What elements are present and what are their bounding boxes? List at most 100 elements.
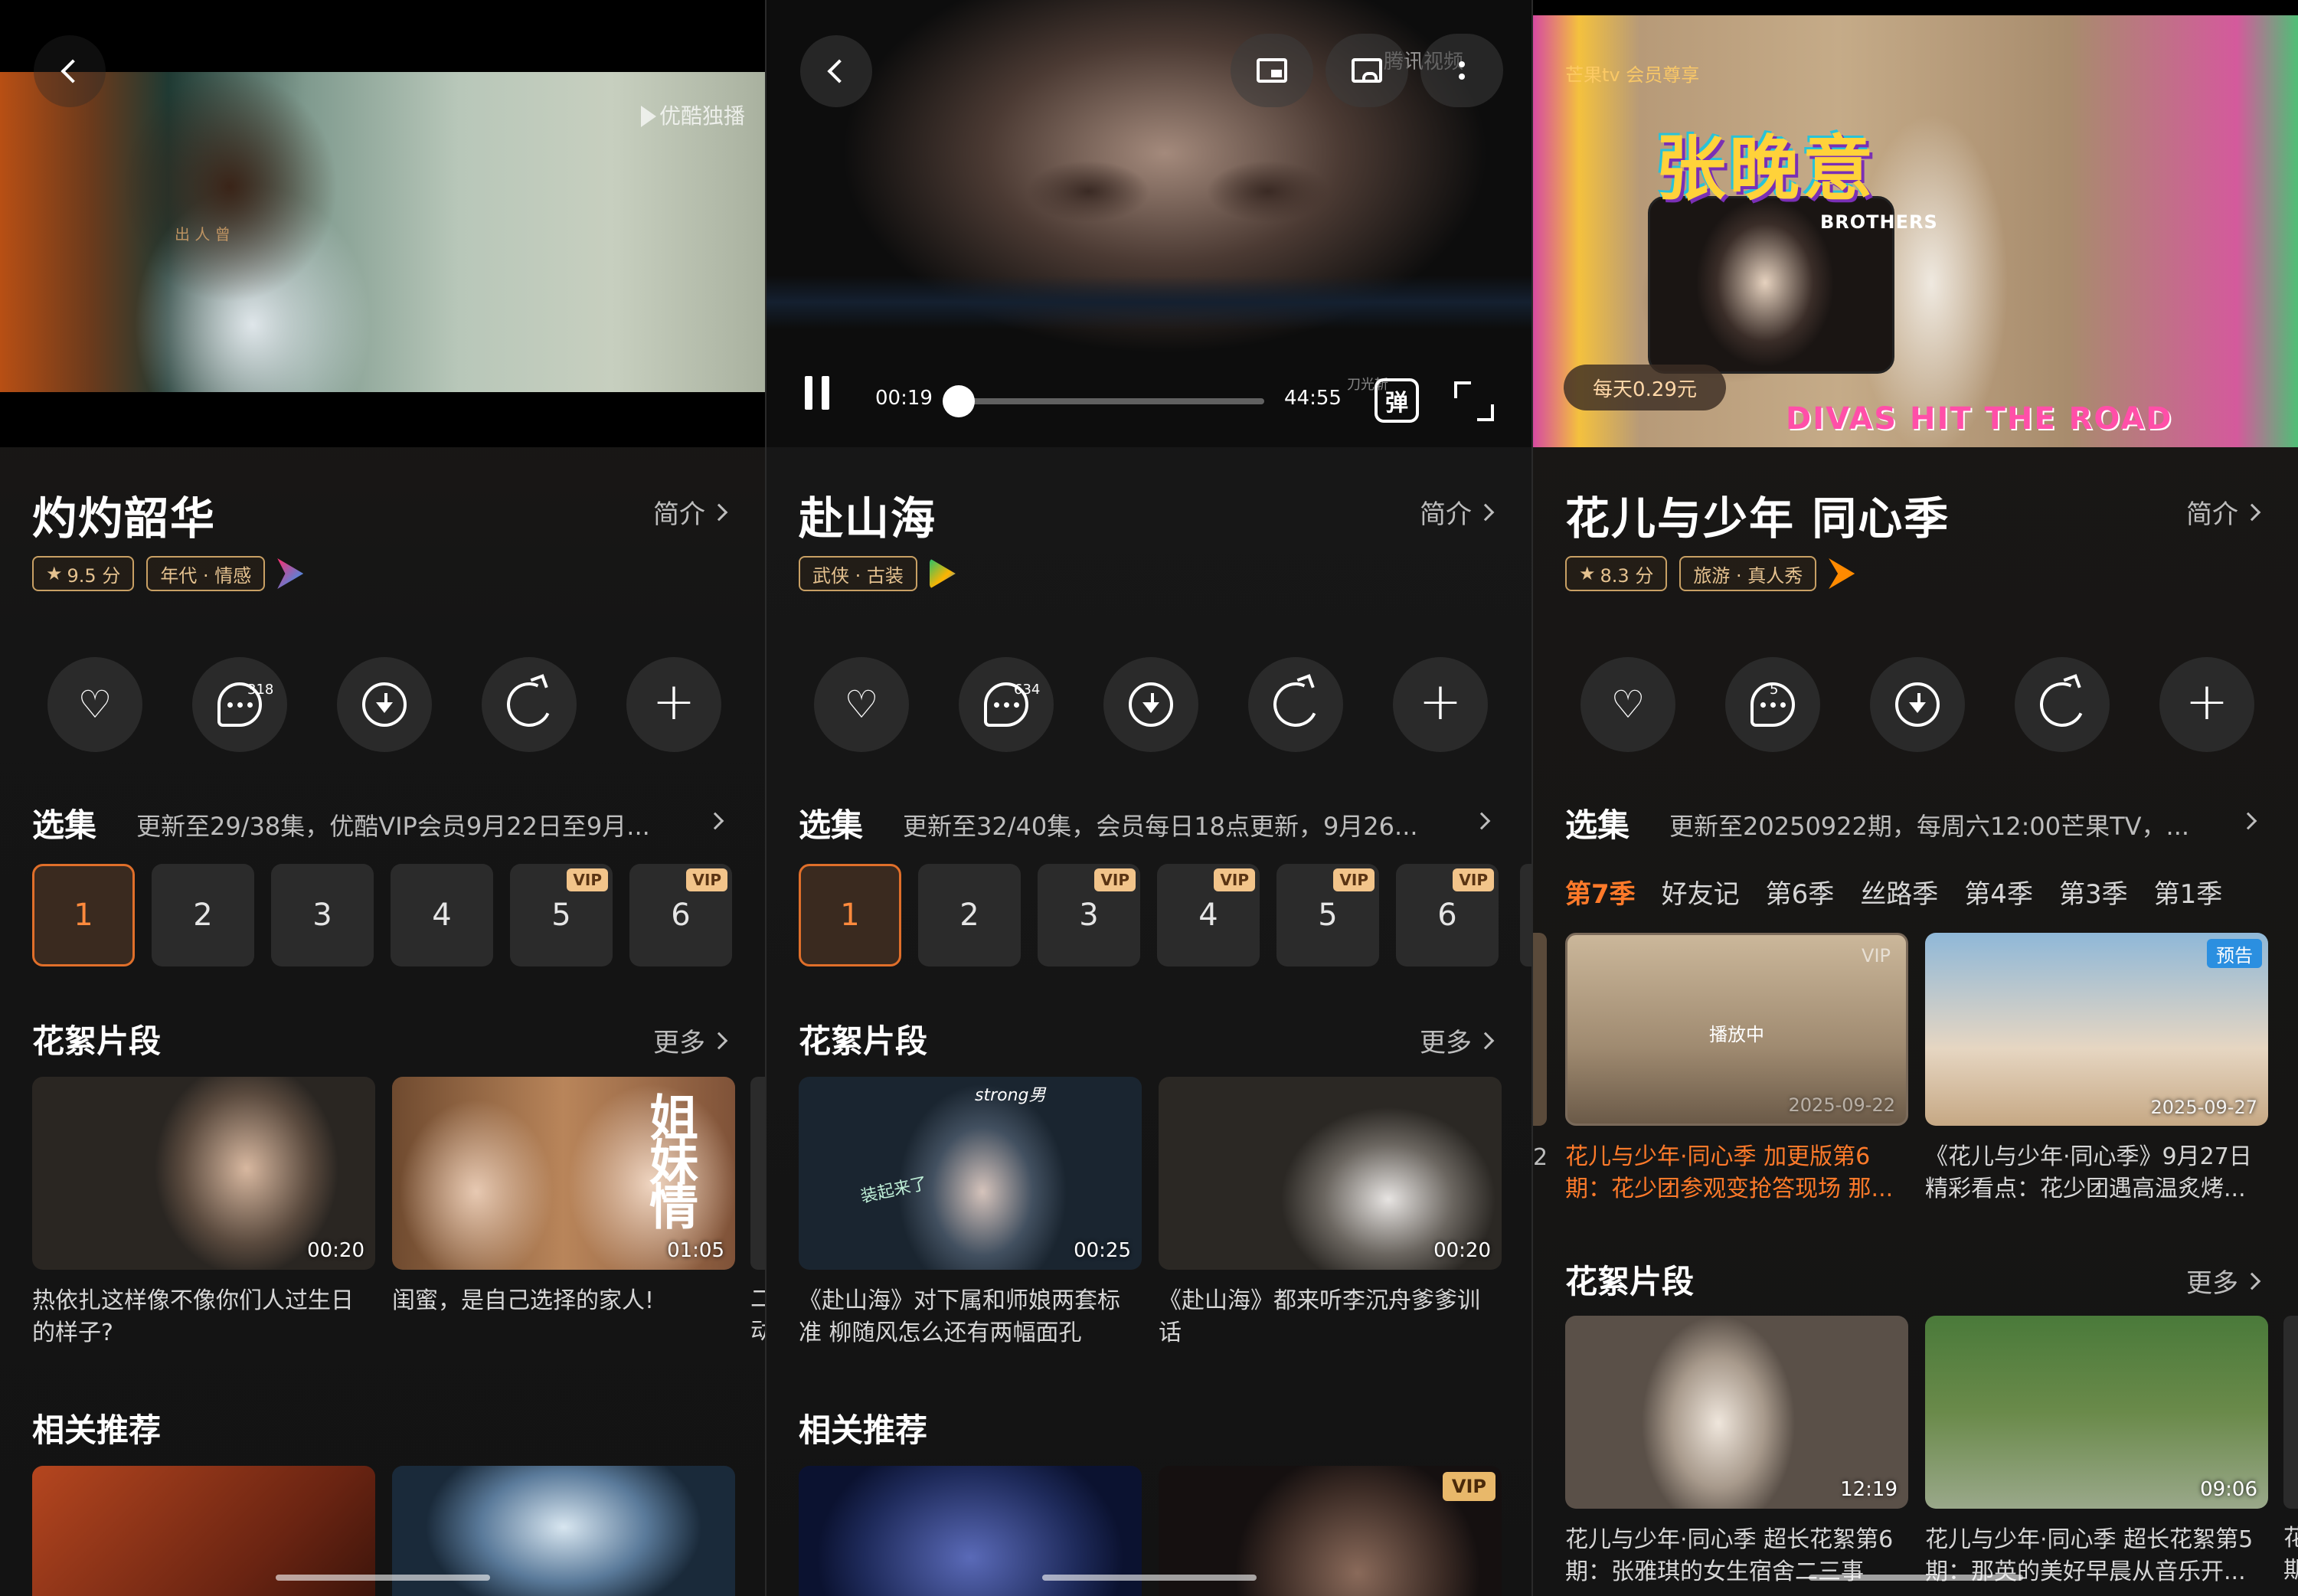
pause-button[interactable]	[805, 375, 838, 414]
comment-button[interactable]: 5	[1725, 657, 1820, 752]
episode-item[interactable]: 6 VIP	[629, 864, 732, 966]
season-tab[interactable]: 丝路季	[1860, 873, 1938, 911]
episode-item[interactable]: 2	[918, 864, 1021, 966]
clip-card[interactable]: 09:06 花儿与少年·同心季 超长花絮第5期：那英的美好早晨从音乐开...	[1925, 1316, 2268, 1588]
comment-count: 5	[1770, 682, 1779, 698]
seek-bar[interactable]	[956, 398, 1264, 404]
video-player[interactable]: 出 人 曾 优酷独播	[0, 0, 765, 447]
chevron-right-icon[interactable]	[706, 812, 724, 830]
share-button[interactable]	[2015, 657, 2110, 752]
price-pill[interactable]: 每天0.29元	[1564, 365, 1726, 410]
chevron-right-icon[interactable]	[1473, 812, 1491, 830]
clip-card[interactable]: 00:20 《赴山海》都来听李沉舟爹爹训话	[1159, 1077, 1502, 1349]
favorite-button[interactable]: ♡	[47, 657, 142, 752]
clip-card[interactable]: strong男 装起来了 00:25 《赴山海》对下属和师娘两套标准 柳随风怎么…	[799, 1077, 1142, 1349]
download-button[interactable]	[1870, 657, 1965, 752]
genre-tag: 旅游 · 真人秀	[1679, 556, 1817, 591]
clip-thumbnail: 00:20	[32, 1077, 375, 1270]
next-episode-peek[interactable]	[1520, 864, 1531, 966]
video-player[interactable]: 腾讯视频 00:19 44:55 刀光斩 弹	[767, 0, 1531, 447]
video-player[interactable]: 张晚意 BROTHERS DIVAS HIT THE ROAD 每天0.29元 …	[1533, 0, 2298, 447]
episode-item[interactable]: 5 VIP	[1276, 864, 1379, 966]
intro-link[interactable]: 简介	[2186, 493, 2261, 531]
mango-tv-icon	[1829, 558, 1855, 589]
clip-card[interactable]: 12:19 花儿与少年·同心季 超长花絮第6期：张雅琪的女生宿舍二三事	[1565, 1316, 1908, 1588]
tag-row: ★ 9.5 分 年代 · 情感	[32, 556, 304, 591]
clip-card[interactable]: 00:20 热依扎这样像不像你们人过生日的样子?	[32, 1077, 375, 1349]
episode-item[interactable]: 4 VIP	[1157, 864, 1260, 966]
season-tab[interactable]: 第6季	[1766, 873, 1835, 911]
clip-list: 12:19 花儿与少年·同心季 超长花絮第6期：张雅琪的女生宿舍二三事 09:0…	[1565, 1316, 2268, 1588]
season-tab[interactable]: 第7季	[1565, 873, 1636, 911]
episode-item[interactable]: 4	[391, 864, 493, 966]
intro-link[interactable]: 简介	[653, 493, 728, 531]
share-button[interactable]	[482, 657, 577, 752]
season-episode-card[interactable]: 预告 2025-09-27 《花儿与少年·同心季》9月27日精彩看点：花少团遇高…	[1925, 933, 2268, 1205]
vip-badge: VIP	[567, 868, 608, 891]
clip-card[interactable]: 姐妹情 01:05 闺蜜，是自己选择的家人!	[392, 1077, 735, 1349]
episode-number: 6	[1437, 898, 1457, 933]
episode-item[interactable]: 3 VIP	[1038, 864, 1140, 966]
episode-number: 1	[74, 898, 93, 933]
action-bar: ♡ 318 +	[47, 657, 721, 752]
pip-button[interactable]	[1231, 34, 1313, 107]
fullscreen-icon[interactable]	[1453, 380, 1495, 423]
favorite-button[interactable]: ♡	[814, 657, 909, 752]
home-indicator[interactable]	[276, 1575, 490, 1581]
more-label: 更多	[653, 1028, 705, 1058]
episode-item[interactable]: 5 VIP	[510, 864, 613, 966]
detail-page-zhuozhuo: 出 人 曾 优酷独播 灼灼韶华 简介 ★ 9.5 分 年代 · 情感 ♡ 318 …	[0, 0, 765, 1596]
episode-list: 1 2 3 VIP 4 VIP 5 VIP 6 VIP	[799, 864, 1499, 966]
season-tab[interactable]: 第3季	[2059, 873, 2128, 911]
episode-number: 5	[551, 898, 571, 933]
cast-button[interactable]	[1326, 34, 1408, 107]
episode-item[interactable]: 2	[152, 864, 254, 966]
season-tab[interactable]: 好友记	[1662, 873, 1740, 911]
comment-button[interactable]: 634	[959, 657, 1054, 752]
back-button[interactable]	[34, 35, 106, 107]
duration: 44:55	[1284, 387, 1342, 410]
episodes-update-info[interactable]: 更新至29/38集，优酷VIP会员9月22日至9月...	[136, 807, 695, 842]
episode-item[interactable]: 1	[799, 864, 901, 966]
back-button[interactable]	[800, 35, 872, 107]
share-button[interactable]	[1248, 657, 1343, 752]
clip-overlay-text: 装起来了	[858, 1174, 930, 1207]
seek-handle[interactable]	[942, 385, 975, 417]
add-button[interactable]: +	[2159, 657, 2254, 752]
add-button[interactable]: +	[1393, 657, 1488, 752]
intro-link[interactable]: 简介	[1420, 493, 1495, 531]
next-clip-title-peek: 花期	[2283, 1525, 2298, 1584]
episode-number: 4	[432, 898, 452, 933]
poster-divas: DIVAS HIT THE ROAD	[1786, 401, 2173, 437]
more-link[interactable]: 更多	[653, 1022, 728, 1059]
download-button[interactable]	[337, 657, 432, 752]
episodes-update-info[interactable]: 更新至20250922期，每周六12:00芒果TV，...	[1669, 807, 2228, 842]
episode-item[interactable]: 6 VIP	[1396, 864, 1499, 966]
season-tab[interactable]: 第4季	[1964, 873, 2033, 911]
prev-episode-peek[interactable]	[1533, 933, 1547, 1126]
home-indicator[interactable]	[1809, 1575, 2023, 1581]
episodes-update-info[interactable]: 更新至32/40集，会员每日18点更新，9月26...	[903, 807, 1462, 842]
danmu-toggle[interactable]: 弹	[1375, 378, 1419, 423]
more-vertical-icon	[1459, 61, 1465, 80]
clips-header: 花絮片段	[1565, 1263, 1695, 1300]
heart-icon: ♡	[77, 682, 113, 727]
season-tab[interactable]: 第1季	[2154, 873, 2223, 911]
clip-title: 闺蜜，是自己选择的家人!	[392, 1287, 655, 1314]
download-button[interactable]	[1103, 657, 1198, 752]
more-options-button[interactable]	[1420, 34, 1503, 107]
clip-duration: 12:19	[1840, 1478, 1898, 1501]
season-episode-card[interactable]: VIP 播放中 2025-09-22 花儿与少年·同心季 加更版第6期：花少团参…	[1565, 933, 1908, 1205]
episode-item[interactable]: 1	[32, 864, 135, 966]
favorite-button[interactable]: ♡	[1580, 657, 1675, 752]
add-button[interactable]: +	[626, 657, 721, 752]
home-indicator[interactable]	[1042, 1575, 1257, 1581]
next-clip-peek[interactable]	[2283, 1316, 2298, 1509]
episode-item[interactable]: 3	[271, 864, 374, 966]
episode-number: 2	[959, 898, 979, 933]
more-link[interactable]: 更多	[1420, 1022, 1495, 1059]
next-clip-peek[interactable]	[750, 1077, 765, 1270]
more-link[interactable]: 更多	[2186, 1262, 2261, 1300]
chevron-right-icon[interactable]	[2239, 812, 2257, 830]
comment-button[interactable]: 318	[192, 657, 287, 752]
